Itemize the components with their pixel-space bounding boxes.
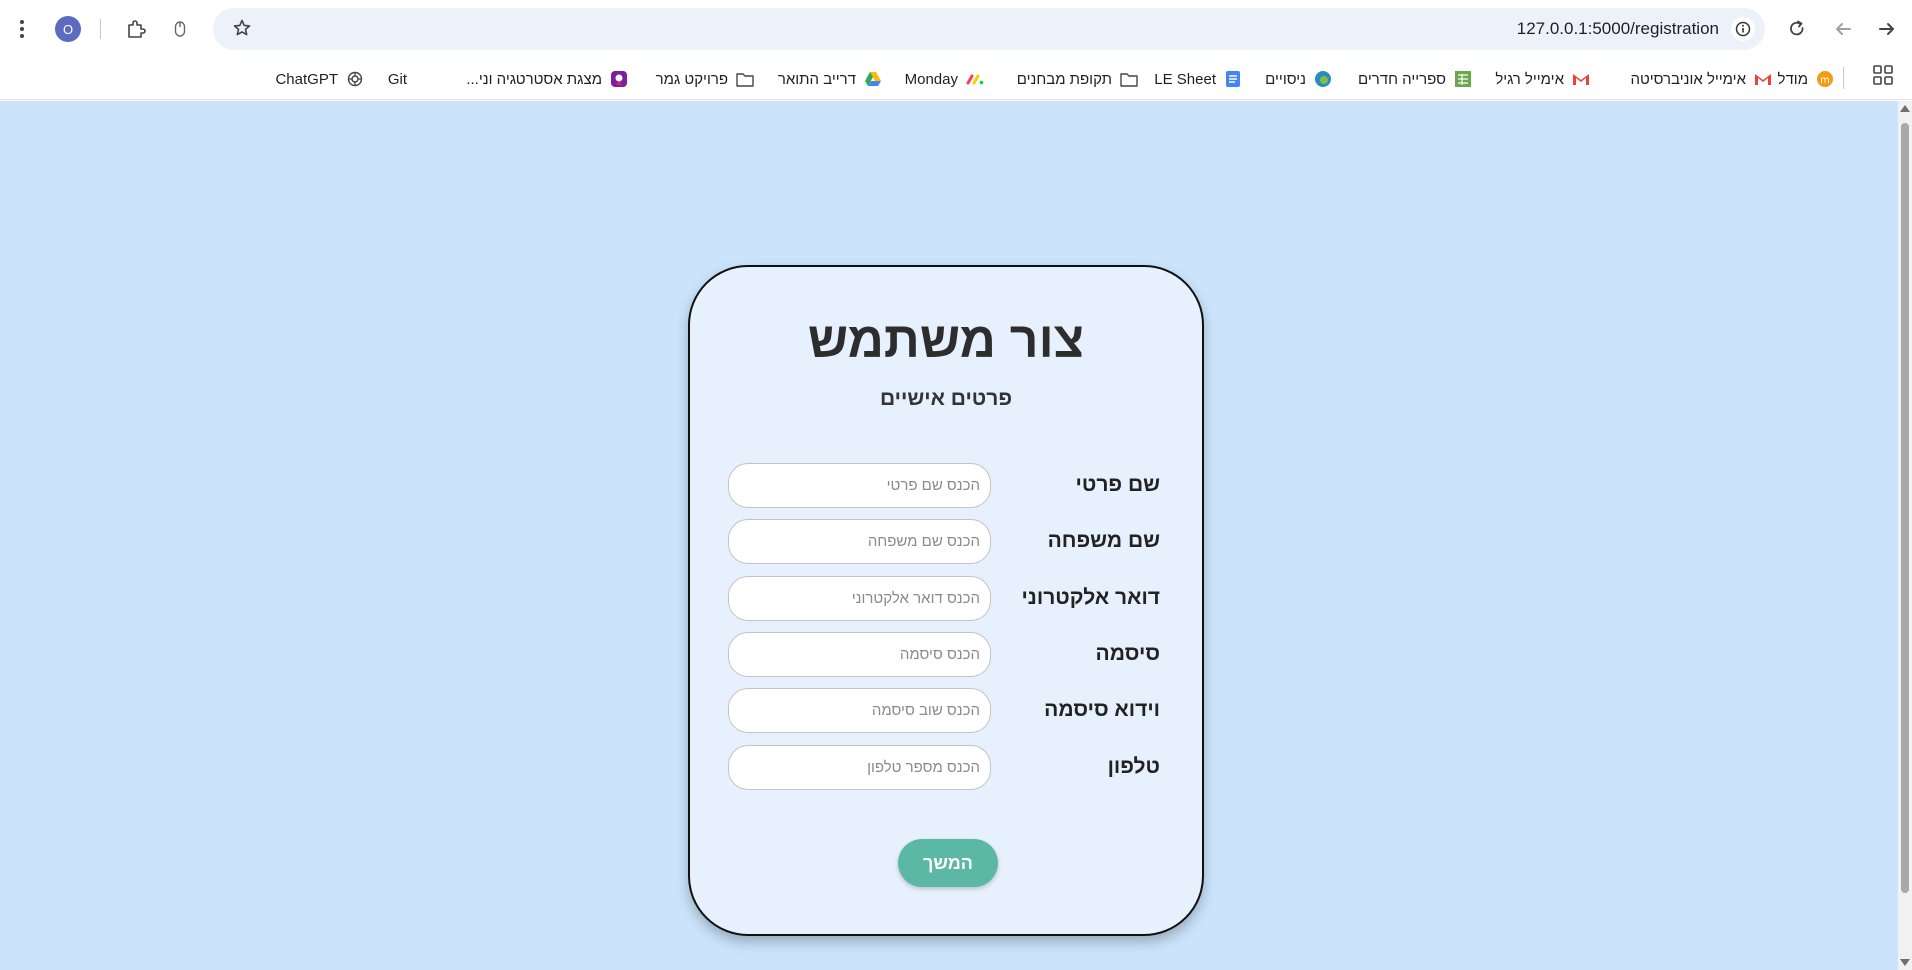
spreadsheet-icon (1454, 70, 1472, 88)
bookmark-exam-period[interactable]: תקופת מבחנים (1017, 65, 1138, 93)
bookmark-label: ספרייה חדרים (1358, 70, 1446, 88)
bookmark-label: אימייל רגיל (1495, 70, 1564, 88)
site-info-icon[interactable] (1731, 17, 1755, 41)
bookmarks-bar: m מודל אימייל אוניברסיטה אימייל רגיל ספר… (0, 58, 1912, 100)
section-subtitle: פרטים אישיים (879, 387, 1013, 410)
folder-icon (1120, 70, 1138, 88)
phone-label: טלפון (1107, 755, 1160, 778)
bookmark-strategy-presentation[interactable]: מצגת אסטרטגיה וני... (466, 65, 628, 93)
bookmark-label: ChatGPT (275, 70, 338, 88)
bookmark-label: LE Sheet (1154, 70, 1216, 88)
svg-text:m: m (1820, 75, 1830, 86)
bookmark-le-sheet[interactable]: LE Sheet (1154, 65, 1242, 93)
first-name-label: שם פרטי (1075, 473, 1160, 496)
phone-row: טלפון (728, 745, 1160, 791)
confirm-password-label: וידוא סיסמה (1044, 698, 1160, 721)
bookmark-university-email[interactable]: אימייל אוניברסיטה (1630, 65, 1772, 93)
mouse-icon[interactable] (165, 14, 195, 44)
bookmarks-divider (1843, 67, 1844, 89)
extensions-puzzle-icon[interactable] (121, 14, 151, 44)
bookmark-experiments[interactable]: ניסויים (1265, 65, 1332, 93)
bookmark-label: מודל (1777, 70, 1808, 88)
reload-icon[interactable] (1782, 14, 1812, 44)
docs-icon (1224, 70, 1242, 88)
bookmark-moodle[interactable]: m מודל (1778, 65, 1834, 93)
bookmark-monday[interactable]: Monday (905, 65, 984, 93)
last-name-label: שם משפחה (1047, 529, 1160, 552)
last-name-row: שם משפחה (728, 519, 1160, 565)
bookmark-label: אימייל אוניברסיטה (1630, 70, 1746, 88)
bookmark-star-icon[interactable] (229, 15, 255, 41)
edge-icon (1314, 70, 1332, 88)
browser-toolbar: 127.0.0.1:5000/registration O (0, 0, 1912, 58)
password-input[interactable] (728, 632, 991, 677)
bookmark-label: ניסויים (1265, 70, 1306, 88)
first-name-input[interactable] (728, 463, 991, 508)
bookmark-label: Monday (904, 70, 958, 88)
kebab-menu-icon[interactable] (7, 14, 37, 44)
bookmark-library-rooms[interactable]: ספרייה חדרים (1358, 65, 1472, 93)
forward-arrow-icon[interactable] (1872, 14, 1902, 44)
scrollbar-thumb[interactable] (1901, 123, 1909, 893)
email-label: דואר אלקטרוני (1021, 586, 1160, 609)
confirm-password-input[interactable] (728, 688, 991, 733)
first-name-row: שם פרטי (728, 463, 1160, 509)
monday-icon (966, 70, 984, 88)
gmail-icon (1754, 70, 1772, 88)
email-input[interactable] (728, 576, 991, 621)
address-bar[interactable]: 127.0.0.1:5000/registration (213, 8, 1765, 50)
bookmark-chatgpt[interactable]: ChatGPT (275, 65, 364, 93)
email-row: דואר אלקטרוני (728, 576, 1160, 622)
gmail-icon (1572, 70, 1590, 88)
confirm-password-row: וידוא סיסמה (728, 688, 1160, 734)
bookmark-label: פרויקט גמר (655, 70, 728, 88)
registration-card: צור משתמש פרטים אישיים שם פרטי שם משפחה … (688, 265, 1204, 936)
back-arrow-icon[interactable] (1828, 14, 1858, 44)
phone-input[interactable] (728, 745, 991, 790)
scroll-down-arrow-icon[interactable] (1900, 959, 1910, 966)
profile-avatar[interactable]: O (55, 16, 81, 42)
last-name-input[interactable] (728, 519, 991, 564)
moodle-icon: m (1816, 70, 1834, 88)
bookmark-label: תקופת מבחנים (1016, 70, 1112, 88)
password-row: סיסמה (728, 632, 1160, 678)
chatgpt-icon (346, 70, 364, 88)
page-viewport: צור משתמש פרטים אישיים שם פרטי שם משפחה … (0, 101, 1898, 970)
presentation-icon (610, 70, 628, 88)
scroll-up-arrow-icon[interactable] (1900, 105, 1910, 112)
url-text[interactable]: 127.0.0.1:5000/registration (1517, 19, 1719, 39)
bookmark-label: דרייב התואר (777, 70, 856, 88)
bookmark-degree-drive[interactable]: דרייב התואר (778, 65, 882, 93)
toolbar-divider (100, 19, 101, 39)
bookmark-git[interactable]: Git (388, 65, 407, 93)
password-label: סיסמה (1095, 642, 1160, 665)
continue-button[interactable]: המשך (898, 839, 998, 887)
bookmark-label: מצגת אסטרטגיה וני... (466, 70, 602, 88)
drive-icon (864, 70, 882, 88)
bookmark-regular-email[interactable]: אימייל רגיל (1495, 65, 1590, 93)
bookmark-label: Git (387, 70, 407, 88)
page-title: צור משתמש (807, 312, 1085, 368)
vertical-scrollbar[interactable] (1898, 101, 1912, 970)
folder-icon (736, 70, 754, 88)
apps-grid-icon[interactable] (1872, 64, 1896, 88)
bookmark-final-project[interactable]: פרויקט גמר (656, 65, 754, 93)
